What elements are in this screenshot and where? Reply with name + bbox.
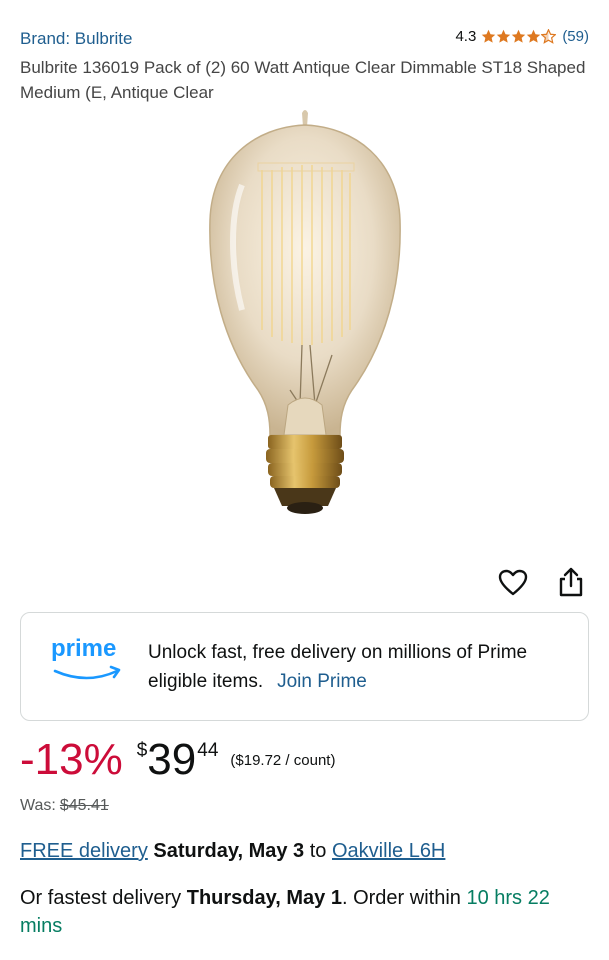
prime-message: Unlock fast, free delivery on millions o… [148, 638, 568, 696]
star-full-icon [527, 29, 541, 43]
order-within-label: . Order within [341, 887, 461, 909]
delivery-to: to [309, 840, 327, 862]
edison-bulb-image [209, 110, 401, 514]
join-prime-link[interactable]: Join Prime [277, 671, 367, 692]
fastest-date: Thursday, May 1 [186, 887, 342, 909]
rating-stars [481, 29, 557, 44]
product-image[interactable] [150, 105, 460, 525]
current-price: $ 39 44 [137, 730, 219, 790]
delivery-location-link[interactable]: Oakville L6H [332, 840, 445, 862]
rating-count[interactable]: (59) [562, 28, 589, 45]
delivery-info: FREE delivery Saturday, May 3 to Oakvill… [20, 840, 445, 863]
share-button[interactable] [556, 566, 586, 598]
prime-logo: prime [51, 635, 131, 687]
was-price-row: Was: $45.41 [20, 797, 109, 815]
price-currency-symbol: $ [136, 740, 148, 761]
was-price: $45.41 [59, 797, 109, 814]
wishlist-button[interactable] [498, 568, 528, 598]
was-label: Was: [20, 797, 56, 814]
fastest-delivery-info: Or fastest delivery Thursday, May 1. Ord… [20, 884, 595, 940]
product-title: Bulbrite 136019 Pack of (2) 60 Watt Anti… [20, 58, 586, 102]
price-whole: 39 [147, 735, 197, 784]
star-outline-icon [541, 29, 557, 44]
rating-summary[interactable]: 4.3 (59) [455, 28, 589, 45]
star-full-icon [497, 29, 511, 43]
free-delivery-link[interactable]: FREE delivery [20, 840, 148, 862]
price-fraction: 44 [197, 740, 219, 761]
delivery-date: Saturday, May 3 [153, 840, 305, 862]
share-icon [559, 567, 583, 597]
unit-price: ($19.72 / count) [230, 752, 336, 769]
star-full-icon [512, 29, 526, 43]
fastest-prefix: Or fastest delivery [20, 887, 182, 909]
brand-link[interactable]: Brand: Bulbrite [20, 29, 132, 49]
rating-value: 4.3 [455, 28, 477, 45]
price-block: -13% $ 39 44 ($19.72 / count) [20, 730, 335, 790]
heart-icon [498, 569, 528, 596]
star-full-icon [482, 29, 496, 43]
prime-upsell-card[interactable]: prime Unlock fast, free delivery on mill… [20, 612, 589, 721]
prime-smile-icon [53, 665, 121, 680]
discount-percentage: -13% [20, 735, 123, 784]
